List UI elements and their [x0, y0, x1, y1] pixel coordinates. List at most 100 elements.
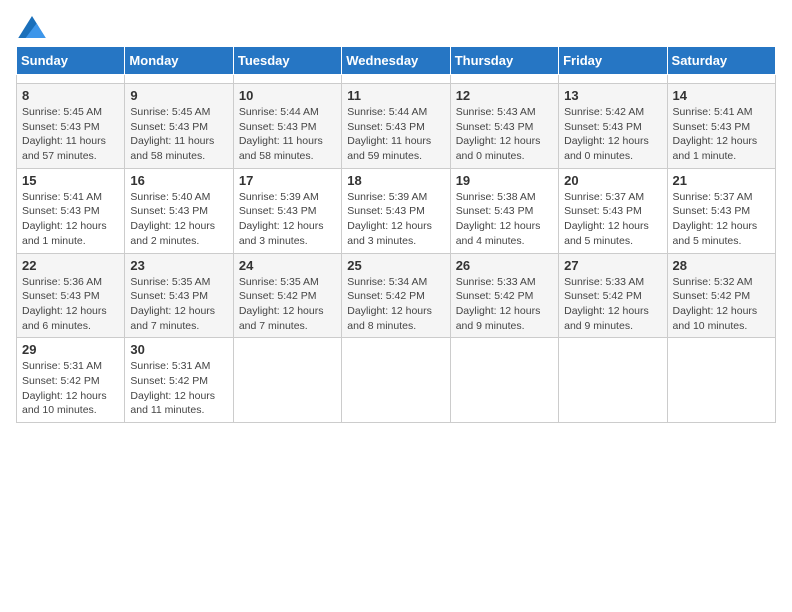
- calendar-cell: 11 Sunrise: 5:44 AMSunset: 5:43 PMDayligh…: [342, 84, 450, 169]
- header-wednesday: Wednesday: [342, 47, 450, 75]
- calendar-header: SundayMondayTuesdayWednesdayThursdayFrid…: [17, 47, 776, 75]
- day-detail: Sunrise: 5:33 AMSunset: 5:42 PMDaylight:…: [564, 276, 649, 332]
- day-detail: Sunrise: 5:38 AMSunset: 5:43 PMDaylight:…: [456, 191, 541, 247]
- calendar-cell: 15 Sunrise: 5:41 AMSunset: 5:43 PMDayligh…: [17, 168, 125, 253]
- calendar-cell: [17, 75, 125, 84]
- day-number: 15: [22, 173, 119, 188]
- day-detail: Sunrise: 5:33 AMSunset: 5:42 PMDaylight:…: [456, 276, 541, 332]
- day-detail: Sunrise: 5:36 AMSunset: 5:43 PMDaylight:…: [22, 276, 107, 332]
- calendar-cell: [667, 338, 775, 423]
- header-tuesday: Tuesday: [233, 47, 341, 75]
- calendar-cell: 17 Sunrise: 5:39 AMSunset: 5:43 PMDayligh…: [233, 168, 341, 253]
- day-detail: Sunrise: 5:44 AMSunset: 5:43 PMDaylight:…: [239, 106, 323, 162]
- day-number: 16: [130, 173, 227, 188]
- calendar-week-2: 15 Sunrise: 5:41 AMSunset: 5:43 PMDayligh…: [17, 168, 776, 253]
- day-number: 30: [130, 342, 227, 357]
- calendar-cell: 30 Sunrise: 5:31 AMSunset: 5:42 PMDayligh…: [125, 338, 233, 423]
- day-number: 28: [673, 258, 770, 273]
- header-friday: Friday: [559, 47, 667, 75]
- calendar-cell: [559, 75, 667, 84]
- calendar-cell: 8 Sunrise: 5:45 AMSunset: 5:43 PMDaylight…: [17, 84, 125, 169]
- day-number: 22: [22, 258, 119, 273]
- day-number: 26: [456, 258, 553, 273]
- calendar-cell: 27 Sunrise: 5:33 AMSunset: 5:42 PMDayligh…: [559, 253, 667, 338]
- calendar-cell: [125, 75, 233, 84]
- calendar-table: SundayMondayTuesdayWednesdayThursdayFrid…: [16, 46, 776, 423]
- calendar-cell: 22 Sunrise: 5:36 AMSunset: 5:43 PMDayligh…: [17, 253, 125, 338]
- calendar-week-3: 22 Sunrise: 5:36 AMSunset: 5:43 PMDayligh…: [17, 253, 776, 338]
- calendar-cell: 20 Sunrise: 5:37 AMSunset: 5:43 PMDayligh…: [559, 168, 667, 253]
- calendar-cell: [233, 338, 341, 423]
- day-number: 13: [564, 88, 661, 103]
- logo: [16, 16, 46, 34]
- calendar-cell: 13 Sunrise: 5:42 AMSunset: 5:43 PMDayligh…: [559, 84, 667, 169]
- day-detail: Sunrise: 5:42 AMSunset: 5:43 PMDaylight:…: [564, 106, 649, 162]
- calendar-cell: [233, 75, 341, 84]
- header-monday: Monday: [125, 47, 233, 75]
- calendar-cell: 19 Sunrise: 5:38 AMSunset: 5:43 PMDayligh…: [450, 168, 558, 253]
- calendar-cell: 26 Sunrise: 5:33 AMSunset: 5:42 PMDayligh…: [450, 253, 558, 338]
- day-number: 25: [347, 258, 444, 273]
- day-detail: Sunrise: 5:32 AMSunset: 5:42 PMDaylight:…: [673, 276, 758, 332]
- calendar-week-4: 29 Sunrise: 5:31 AMSunset: 5:42 PMDayligh…: [17, 338, 776, 423]
- day-detail: Sunrise: 5:39 AMSunset: 5:43 PMDaylight:…: [347, 191, 432, 247]
- header-row: SundayMondayTuesdayWednesdayThursdayFrid…: [17, 47, 776, 75]
- page-header: [16, 16, 776, 34]
- calendar-cell: [342, 338, 450, 423]
- day-number: 12: [456, 88, 553, 103]
- header-sunday: Sunday: [17, 47, 125, 75]
- day-number: 14: [673, 88, 770, 103]
- calendar-cell: 21 Sunrise: 5:37 AMSunset: 5:43 PMDayligh…: [667, 168, 775, 253]
- header-thursday: Thursday: [450, 47, 558, 75]
- calendar-cell: [559, 338, 667, 423]
- calendar-cell: [450, 338, 558, 423]
- day-detail: Sunrise: 5:41 AMSunset: 5:43 PMDaylight:…: [673, 106, 758, 162]
- day-number: 21: [673, 173, 770, 188]
- day-number: 17: [239, 173, 336, 188]
- calendar-cell: 23 Sunrise: 5:35 AMSunset: 5:43 PMDayligh…: [125, 253, 233, 338]
- calendar-cell: 14 Sunrise: 5:41 AMSunset: 5:43 PMDayligh…: [667, 84, 775, 169]
- calendar-cell: 29 Sunrise: 5:31 AMSunset: 5:42 PMDayligh…: [17, 338, 125, 423]
- day-detail: Sunrise: 5:31 AMSunset: 5:42 PMDaylight:…: [130, 360, 215, 416]
- calendar-week-1: 8 Sunrise: 5:45 AMSunset: 5:43 PMDaylight…: [17, 84, 776, 169]
- day-number: 29: [22, 342, 119, 357]
- calendar-cell: [342, 75, 450, 84]
- logo-icon: [18, 16, 46, 38]
- calendar-week-0: [17, 75, 776, 84]
- day-detail: Sunrise: 5:41 AMSunset: 5:43 PMDaylight:…: [22, 191, 107, 247]
- day-detail: Sunrise: 5:35 AMSunset: 5:42 PMDaylight:…: [239, 276, 324, 332]
- day-detail: Sunrise: 5:37 AMSunset: 5:43 PMDaylight:…: [673, 191, 758, 247]
- day-detail: Sunrise: 5:39 AMSunset: 5:43 PMDaylight:…: [239, 191, 324, 247]
- day-detail: Sunrise: 5:45 AMSunset: 5:43 PMDaylight:…: [130, 106, 214, 162]
- day-detail: Sunrise: 5:43 AMSunset: 5:43 PMDaylight:…: [456, 106, 541, 162]
- day-number: 9: [130, 88, 227, 103]
- day-detail: Sunrise: 5:34 AMSunset: 5:42 PMDaylight:…: [347, 276, 432, 332]
- day-detail: Sunrise: 5:37 AMSunset: 5:43 PMDaylight:…: [564, 191, 649, 247]
- day-number: 19: [456, 173, 553, 188]
- day-detail: Sunrise: 5:31 AMSunset: 5:42 PMDaylight:…: [22, 360, 107, 416]
- calendar-cell: 18 Sunrise: 5:39 AMSunset: 5:43 PMDayligh…: [342, 168, 450, 253]
- day-number: 18: [347, 173, 444, 188]
- calendar-cell: [450, 75, 558, 84]
- day-detail: Sunrise: 5:44 AMSunset: 5:43 PMDaylight:…: [347, 106, 431, 162]
- calendar-cell: 25 Sunrise: 5:34 AMSunset: 5:42 PMDayligh…: [342, 253, 450, 338]
- calendar-cell: 24 Sunrise: 5:35 AMSunset: 5:42 PMDayligh…: [233, 253, 341, 338]
- day-number: 10: [239, 88, 336, 103]
- day-number: 8: [22, 88, 119, 103]
- day-detail: Sunrise: 5:45 AMSunset: 5:43 PMDaylight:…: [22, 106, 106, 162]
- day-number: 27: [564, 258, 661, 273]
- day-number: 23: [130, 258, 227, 273]
- calendar-cell: 28 Sunrise: 5:32 AMSunset: 5:42 PMDayligh…: [667, 253, 775, 338]
- header-saturday: Saturday: [667, 47, 775, 75]
- day-number: 11: [347, 88, 444, 103]
- day-detail: Sunrise: 5:35 AMSunset: 5:43 PMDaylight:…: [130, 276, 215, 332]
- calendar-cell: 12 Sunrise: 5:43 AMSunset: 5:43 PMDayligh…: [450, 84, 558, 169]
- day-number: 24: [239, 258, 336, 273]
- calendar-cell: 10 Sunrise: 5:44 AMSunset: 5:43 PMDayligh…: [233, 84, 341, 169]
- calendar-cell: 9 Sunrise: 5:45 AMSunset: 5:43 PMDaylight…: [125, 84, 233, 169]
- calendar-cell: [667, 75, 775, 84]
- calendar-cell: 16 Sunrise: 5:40 AMSunset: 5:43 PMDayligh…: [125, 168, 233, 253]
- calendar-body: 8 Sunrise: 5:45 AMSunset: 5:43 PMDaylight…: [17, 75, 776, 423]
- day-detail: Sunrise: 5:40 AMSunset: 5:43 PMDaylight:…: [130, 191, 215, 247]
- day-number: 20: [564, 173, 661, 188]
